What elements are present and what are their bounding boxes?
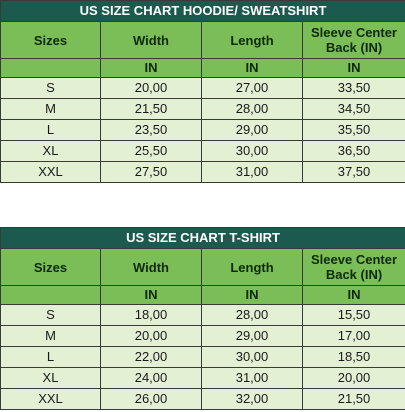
table-title-row: US SIZE CHART HOODIE/ SWEATSHIRT [0, 0, 405, 22]
width-cell: 24,00 [100, 367, 202, 389]
hoodie-size-chart-table: US SIZE CHART HOODIE/ SWEATSHIRT Sizes W… [0, 0, 405, 183]
width-cell: 20,00 [100, 325, 202, 347]
unit-cell: IN [301, 285, 405, 305]
table-row: L 23,50 29,00 35,50 [0, 119, 405, 141]
table-header-row: Sizes Width Length Sleeve Center Back (I… [0, 21, 405, 59]
hoodie-chart-title: US SIZE CHART HOODIE/ SWEATSHIRT [0, 0, 405, 22]
width-cell: 25,50 [100, 140, 202, 162]
sleeve-column-header: Sleeve Center Back (IN) [301, 248, 405, 286]
table-row: M 20,00 29,00 17,00 [0, 325, 405, 347]
size-cell: XL [0, 140, 101, 162]
unit-cell: IN [100, 58, 202, 78]
size-cell: XXL [0, 161, 101, 183]
table-row: XL 25,50 30,00 36,50 [0, 140, 405, 162]
width-cell: 26,00 [100, 388, 202, 410]
tshirt-chart-title: US SIZE CHART T-SHIRT [0, 227, 405, 249]
unit-cell: IN [201, 285, 303, 305]
table-separator [0, 186, 405, 226]
length-column-header: Length [201, 248, 303, 286]
sleeve-cell: 21,50 [301, 388, 405, 410]
size-cell: L [0, 346, 101, 368]
sleeve-cell: 37,50 [301, 161, 405, 183]
sleeve-cell: 36,50 [301, 140, 405, 162]
table-row: M 21,50 28,00 34,50 [0, 98, 405, 120]
length-cell: 28,00 [201, 304, 303, 326]
width-cell: 23,50 [100, 119, 202, 141]
table-row: L 22,00 30,00 18,50 [0, 346, 405, 368]
length-cell: 32,00 [201, 388, 303, 410]
tshirt-size-chart-table: US SIZE CHART T-SHIRT Sizes Width Length… [0, 227, 405, 410]
width-cell: 18,00 [100, 304, 202, 326]
length-cell: 31,00 [201, 367, 303, 389]
length-column-header: Length [201, 21, 303, 59]
sleeve-cell: 34,50 [301, 98, 405, 120]
width-cell: 21,50 [100, 98, 202, 120]
sleeve-cell: 15,50 [301, 304, 405, 326]
table-header-row: Sizes Width Length Sleeve Center Back (I… [0, 248, 405, 286]
size-cell: S [0, 304, 101, 326]
sleeve-cell: 18,50 [301, 346, 405, 368]
sleeve-column-header: Sleeve Center Back (IN) [301, 21, 405, 59]
unit-cell [0, 285, 101, 305]
unit-cell: IN [201, 58, 303, 78]
table-row: XXL 27,50 31,00 37,50 [0, 161, 405, 183]
size-cell: XXL [0, 388, 101, 410]
sleeve-cell: 33,50 [301, 77, 405, 99]
size-cell: S [0, 77, 101, 99]
width-cell: 20,00 [100, 77, 202, 99]
length-cell: 30,00 [201, 140, 303, 162]
sleeve-cell: 35,50 [301, 119, 405, 141]
table-row: S 20,00 27,00 33,50 [0, 77, 405, 99]
size-cell: M [0, 98, 101, 120]
table-unit-row: IN IN IN [0, 285, 405, 305]
length-cell: 28,00 [201, 98, 303, 120]
size-cell: L [0, 119, 101, 141]
unit-cell [0, 58, 101, 78]
width-cell: 22,00 [100, 346, 202, 368]
sizes-column-header: Sizes [0, 248, 101, 286]
length-cell: 27,00 [201, 77, 303, 99]
table-unit-row: IN IN IN [0, 58, 405, 78]
width-column-header: Width [100, 21, 202, 59]
size-cell: XL [0, 367, 101, 389]
length-cell: 31,00 [201, 161, 303, 183]
sizes-column-header: Sizes [0, 21, 101, 59]
table-title-row: US SIZE CHART T-SHIRT [0, 227, 405, 249]
table-row: S 18,00 28,00 15,50 [0, 304, 405, 326]
sleeve-cell: 17,00 [301, 325, 405, 347]
width-column-header: Width [100, 248, 202, 286]
table-row: XL 24,00 31,00 20,00 [0, 367, 405, 389]
unit-cell: IN [301, 58, 405, 78]
unit-cell: IN [100, 285, 202, 305]
size-cell: M [0, 325, 101, 347]
length-cell: 30,00 [201, 346, 303, 368]
width-cell: 27,50 [100, 161, 202, 183]
length-cell: 29,00 [201, 325, 303, 347]
sleeve-cell: 20,00 [301, 367, 405, 389]
length-cell: 29,00 [201, 119, 303, 141]
table-row: XXL 26,00 32,00 21,50 [0, 388, 405, 410]
